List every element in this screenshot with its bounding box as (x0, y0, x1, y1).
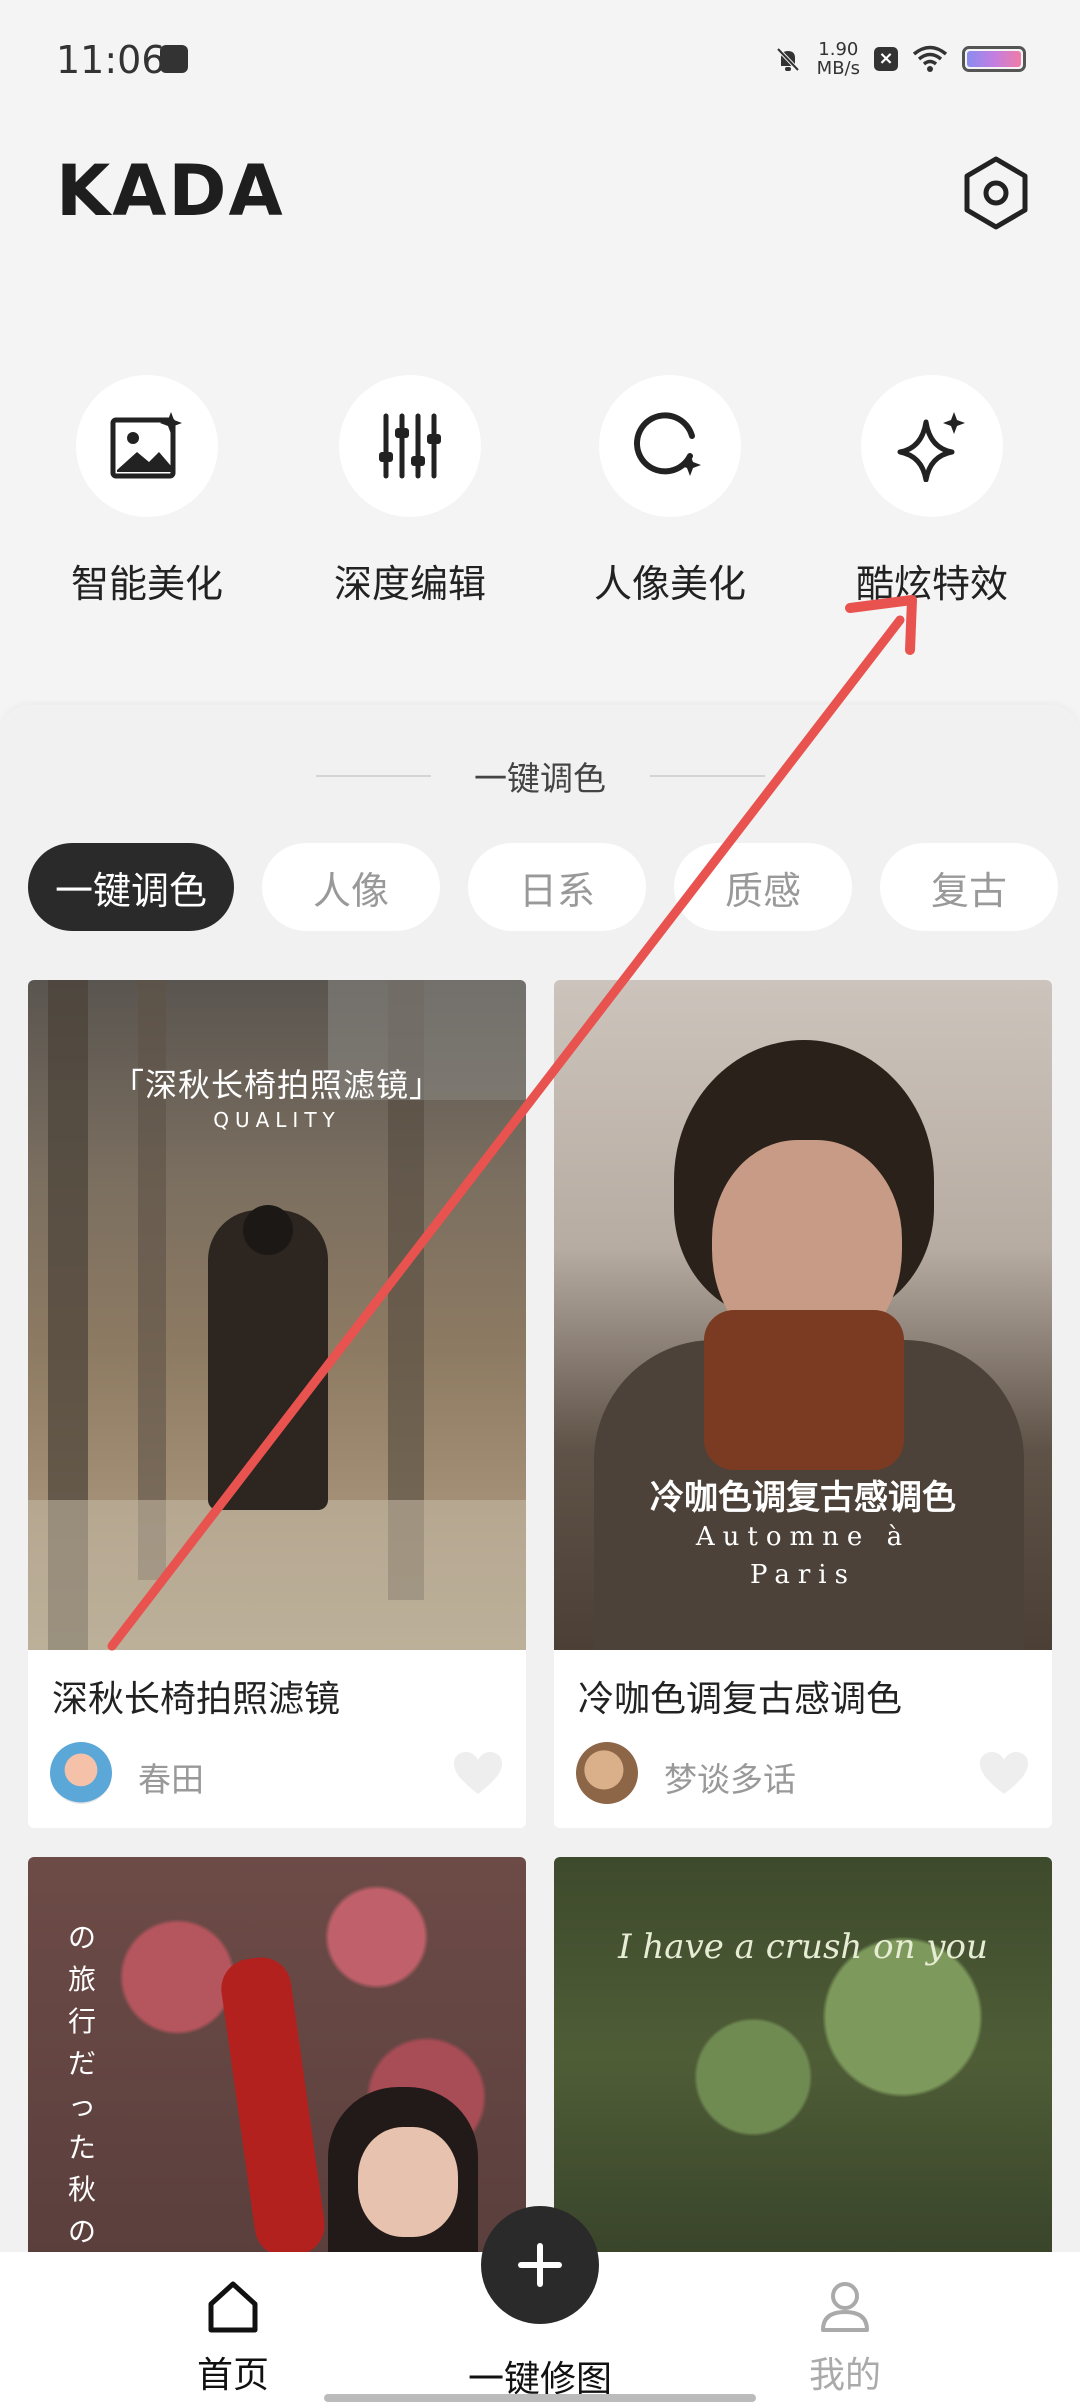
circle-sparkle-icon (634, 412, 701, 476)
sliders-icon (379, 413, 441, 479)
user-icon (821, 2282, 869, 2332)
nav-mine[interactable]: 我的 (735, 2278, 955, 2398)
status-icons: 1.90 MB/s × (773, 40, 1026, 78)
author-avatar (576, 1742, 638, 1804)
speed-unit: MB/s (816, 58, 860, 79)
card-image: の旅行だった秋の日わり (28, 1857, 526, 2257)
image-sparkle-icon (110, 412, 182, 479)
divider-right (650, 775, 765, 777)
card-overlay-subtitle-2: Paris (750, 1560, 856, 1590)
card-image: 冷咖色调复古感调色 Automne à Paris (554, 980, 1052, 1650)
gesture-bar (324, 2394, 756, 2402)
author-avatar (50, 1742, 112, 1804)
card-overlay-title: I have a crush on you (618, 1927, 988, 1967)
card-image: I have a crush on you (554, 1857, 1052, 2257)
chip-texture[interactable]: 质感 (674, 843, 852, 931)
tool-deep-edit[interactable]: 深度编辑 (310, 375, 510, 608)
network-speed: 1.90 MB/s (817, 40, 860, 78)
card-title: 冷咖色调复古感调色 (578, 1679, 903, 1720)
card-title: 深秋长椅拍照滤镜 (52, 1679, 341, 1720)
filter-card[interactable]: の旅行だった秋の日わり (28, 1857, 526, 2257)
wifi-icon (912, 45, 948, 72)
tool-label: 人像美化 (593, 562, 746, 606)
tool-smart-beautify[interactable]: 智能美化 (47, 375, 247, 608)
chip-vintage[interactable]: 复古 (880, 843, 1058, 931)
nav-home-label: 首页 (196, 2355, 269, 2396)
category-chips: 一键调色 人像 日系 质感 复古 (28, 843, 1058, 931)
chip-one-click[interactable]: 一键调色 (28, 843, 234, 931)
tool-label: 智能美化 (70, 562, 223, 606)
card-overlay-title: 冷咖色调复古感调色 (650, 1478, 956, 1518)
speed-value: 1.90 (818, 39, 859, 60)
tool-label: 深度编辑 (333, 562, 486, 606)
card-overlay-title: の旅行だった秋の日わり (68, 1921, 97, 2248)
filter-card[interactable]: 冷咖色调复古感调色 Automne à Paris 冷咖色调复古感调色 梦谈多话 (554, 980, 1052, 1828)
tool-circle (599, 375, 741, 517)
mute-bell-icon (776, 47, 800, 72)
status-time: 11:06 (56, 38, 166, 82)
author-name: 梦谈多话 (664, 1760, 796, 1799)
filter-card[interactable]: 「深秋长椅拍照滤镜」 QUALITY 深秋长椅拍照滤镜 春田 (28, 980, 526, 1828)
tool-circle (861, 375, 1003, 517)
chip-japanese[interactable]: 日系 (468, 843, 646, 931)
status-bar: 11:06 1.90 MB/s × (0, 0, 1080, 120)
app-logo: KADA (56, 150, 285, 232)
card-overlay-subtitle: QUALITY (213, 1108, 341, 1132)
tool-circle (339, 375, 481, 517)
hexagon-settings-icon[interactable] (956, 153, 1036, 233)
filter-card[interactable]: I have a crush on you (554, 1857, 1052, 2257)
tool-label: 酷炫特效 (855, 562, 1008, 606)
tool-cool-effects[interactable]: 酷炫特效 (832, 375, 1032, 608)
chip-portrait[interactable]: 人像 (262, 843, 440, 931)
plus-icon (518, 2243, 562, 2287)
home-icon (208, 2281, 258, 2333)
nav-home[interactable]: 首页 (123, 2278, 343, 2398)
card-image: 「深秋长椅拍照滤镜」 QUALITY (28, 980, 526, 1650)
sparkle-star-icon (897, 412, 965, 482)
section-title: 一键调色 (474, 759, 606, 798)
message-notification-icon (160, 45, 188, 73)
add-edit-button[interactable] (481, 2206, 599, 2324)
heart-icon[interactable] (978, 1750, 1030, 1796)
nav-mine-label: 我的 (808, 2355, 881, 2396)
card-overlay-subtitle: Automne à (695, 1522, 911, 1552)
sim-off-icon: × (874, 47, 898, 71)
heart-icon[interactable] (452, 1750, 504, 1796)
tool-shortcuts: 智能美化 深度编辑 人像美化 酷炫特效 (0, 375, 1080, 608)
tool-portrait-beautify[interactable]: 人像美化 (570, 375, 770, 608)
author-name: 春田 (138, 1760, 204, 1799)
card-overlay-title: 「深秋长椅拍照滤镜」 (111, 1066, 442, 1104)
tool-circle (76, 375, 218, 517)
battery-icon (962, 46, 1026, 72)
